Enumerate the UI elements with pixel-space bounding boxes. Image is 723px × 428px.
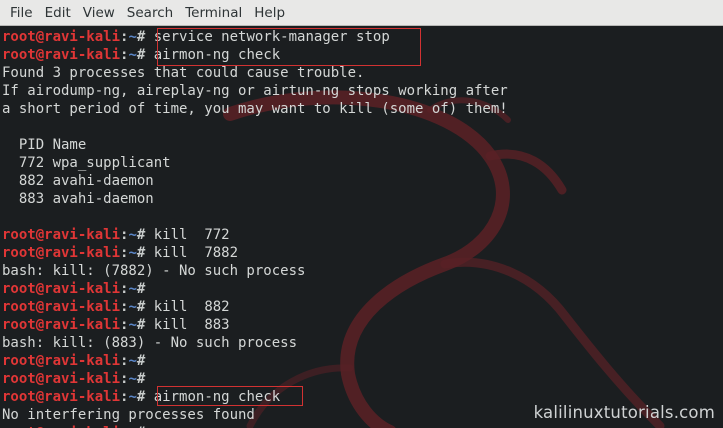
prompt-user: root@ravi-kali (2, 47, 121, 63)
command-text: airmon-ng check (153, 389, 281, 405)
prompt-user: root@ravi-kali (2, 281, 121, 297)
prompt-user: root@ravi-kali (2, 29, 121, 45)
prompt-line: root@ravi-kali:~# kill 883 (2, 316, 723, 334)
prompt-line: root@ravi-kali:~# (2, 424, 723, 428)
prompt-path: ~ (128, 245, 137, 261)
prompt-hash: # (136, 299, 154, 315)
prompt-hash: # (136, 245, 154, 261)
prompt-path: ~ (128, 281, 137, 297)
prompt-user: root@ravi-kali (2, 353, 121, 369)
command-text: kill 882 (153, 299, 230, 315)
prompt-path: ~ (128, 371, 137, 387)
prompt-user: root@ravi-kali (2, 317, 121, 333)
prompt-hash: # (136, 29, 154, 45)
output-line: a short period of time, you may want to … (2, 101, 508, 117)
prompt-line: root@ravi-kali:~# (2, 352, 723, 370)
prompt-line: root@ravi-kali:~# (2, 370, 723, 388)
output-line: bash: kill: (883) - No such process (2, 335, 298, 351)
prompt-line: root@ravi-kali:~# airmon-ng check (2, 46, 723, 64)
menu-file[interactable]: File (4, 0, 39, 26)
prompt-line: root@ravi-kali:~# (2, 280, 723, 298)
output-line: 883 avahi-daemon (2, 191, 154, 207)
prompt-user: root@ravi-kali (2, 227, 121, 243)
menu-terminal[interactable]: Terminal (179, 0, 248, 26)
output-line: PID Name (2, 137, 87, 153)
prompt-path: ~ (128, 29, 137, 45)
prompt-user: root@ravi-kali (2, 389, 121, 405)
prompt-user: root@ravi-kali (2, 299, 121, 315)
watermark: kalilinuxtutorials.com (533, 403, 715, 422)
prompt-hash: # (136, 281, 154, 297)
menu-bar: File Edit View Search Terminal Help (0, 0, 723, 26)
output-line: If airodump-ng, aireplay-ng or airtun-ng… (2, 83, 508, 99)
prompt-path: ~ (128, 389, 137, 405)
prompt-hash: # (136, 353, 154, 369)
prompt-hash: # (136, 371, 154, 387)
prompt-path: ~ (128, 227, 137, 243)
prompt-line: root@ravi-kali:~# kill 772 (2, 226, 723, 244)
prompt-hash: # (136, 317, 154, 333)
prompt-path: ~ (128, 299, 137, 315)
output-line: bash: kill: (7882) - No such process (2, 263, 306, 279)
prompt-path: ~ (128, 353, 137, 369)
menu-search[interactable]: Search (121, 0, 179, 26)
output-line: Found 3 processes that could cause troub… (2, 65, 365, 81)
command-text: airmon-ng check (153, 47, 281, 63)
prompt-line: root@ravi-kali:~# kill 882 (2, 298, 723, 316)
menu-view[interactable]: View (77, 0, 121, 26)
prompt-user: root@ravi-kali (2, 371, 121, 387)
command-text: kill 772 (153, 227, 230, 243)
terminal-area[interactable]: root@ravi-kali:~# service network-manage… (0, 26, 723, 428)
output-line: 772 wpa_supplicant (2, 155, 171, 171)
prompt-line: root@ravi-kali:~# service network-manage… (2, 28, 723, 46)
prompt-hash: # (136, 47, 154, 63)
command-text: service network-manager stop (153, 29, 390, 45)
menu-edit[interactable]: Edit (39, 0, 77, 26)
prompt-path: ~ (128, 317, 137, 333)
prompt-user: root@ravi-kali (2, 245, 121, 261)
prompt-hash: # (136, 227, 154, 243)
command-text: kill 883 (153, 317, 230, 333)
output-line: 882 avahi-daemon (2, 173, 154, 189)
prompt-hash: # (136, 389, 154, 405)
prompt-line: root@ravi-kali:~# kill 7882 (2, 244, 723, 262)
prompt-path: ~ (128, 47, 137, 63)
terminal-output: root@ravi-kali:~# service network-manage… (2, 28, 723, 428)
command-text: kill 7882 (153, 245, 239, 261)
menu-help[interactable]: Help (248, 0, 291, 26)
terminal-window: File Edit View Search Terminal Help root… (0, 0, 723, 428)
